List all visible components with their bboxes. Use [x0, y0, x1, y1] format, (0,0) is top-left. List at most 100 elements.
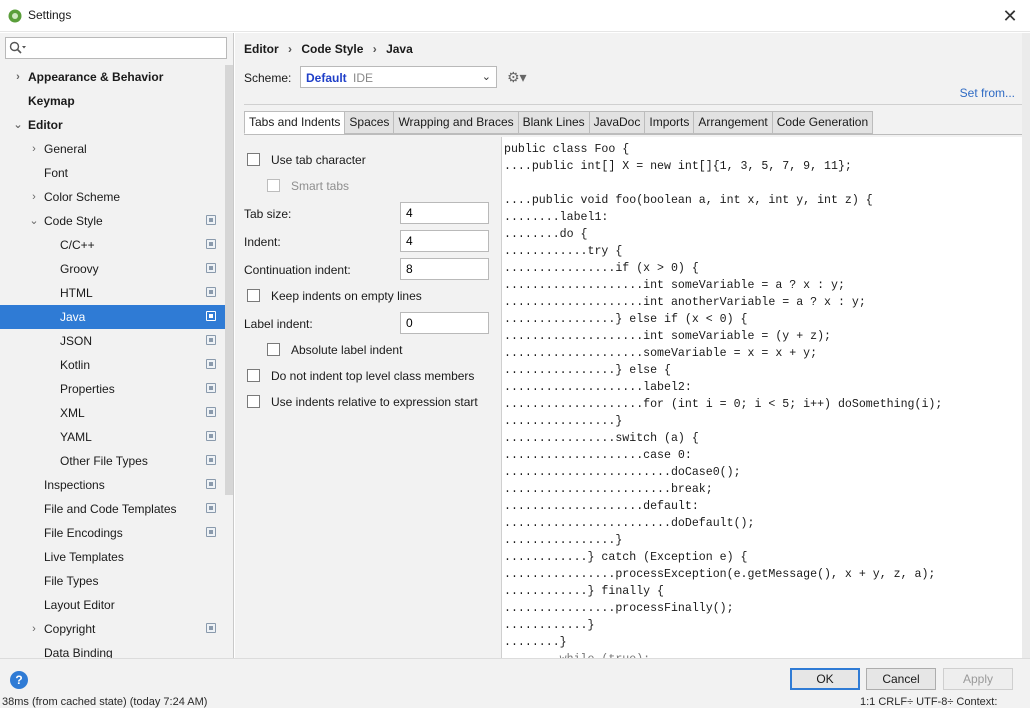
chevron-down-icon[interactable]: ⌄ [12, 113, 24, 137]
content-scrollbar[interactable] [1022, 33, 1030, 658]
sidebar-item-code-style[interactable]: ⌄ Code Style [0, 209, 233, 233]
tab-size-input[interactable] [400, 202, 489, 224]
tab-wrapping-and-braces[interactable]: Wrapping and Braces [393, 111, 518, 134]
search-input[interactable] [5, 37, 227, 59]
sidebar-item-label: Copyright [44, 622, 96, 636]
sidebar-item-keymap[interactable]: Keymap [0, 89, 233, 113]
smart-tabs-checkbox [267, 179, 280, 192]
project-scope-icon [206, 359, 216, 369]
code-line: public class Foo { [504, 143, 630, 156]
sidebar-item-label: Other File Types [60, 454, 148, 468]
sidebar-item-label: HTML [60, 286, 93, 300]
breadcrumb-code-style: Code Style [301, 42, 364, 56]
sidebar-item-yaml[interactable]: YAML [0, 425, 233, 449]
tab-spaces[interactable]: Spaces [344, 111, 394, 134]
indent-options-form: Use tab character Smart tabs Tab size: I… [244, 143, 499, 663]
code-line: ........................doDefault(); [504, 517, 755, 530]
sidebar-item-html[interactable]: HTML [0, 281, 233, 305]
sidebar-item-appearance-behavior[interactable]: › Appearance & Behavior [0, 65, 233, 89]
indent-input[interactable] [400, 230, 489, 252]
sidebar-item-label: Java [60, 310, 86, 324]
absolute-label-indent-checkbox[interactable] [267, 343, 280, 356]
project-scope-icon [206, 239, 216, 249]
chevron-down-icon[interactable]: ⌄ [28, 209, 40, 233]
code-line: ....................int someVariable = (… [504, 330, 831, 343]
dialog-footer: ? OK Cancel Apply [0, 658, 1030, 696]
no-indent-top-level-checkbox[interactable] [247, 369, 260, 382]
keep-indents-label: Keep indents on empty lines [271, 289, 422, 303]
scheme-dropdown[interactable]: Default IDE ⌄ [300, 66, 497, 88]
sidebar-item-label: Layout Editor [44, 598, 115, 612]
gear-icon[interactable]: ⚙▾ [507, 69, 527, 86]
chevron-right-icon[interactable]: › [28, 617, 40, 641]
sidebar-item-file-types[interactable]: File Types [0, 569, 233, 593]
breadcrumb-editor: Editor [244, 42, 279, 56]
tab-bar: Tabs and Indents Spaces Wrapping and Bra… [244, 111, 874, 134]
project-scope-icon [206, 287, 216, 297]
sidebar-item-kotlin[interactable]: Kotlin [0, 353, 233, 377]
sidebar-item-data-binding[interactable]: Data Binding [0, 641, 233, 658]
settings-content: Editor › Code Style › Java Scheme: Defau… [235, 33, 1030, 659]
tab-imports[interactable]: Imports [644, 111, 694, 134]
relative-indents-label: Use indents relative to expression start [271, 395, 478, 409]
chevron-right-icon[interactable]: › [28, 185, 40, 209]
android-studio-icon [8, 9, 22, 23]
sidebar-item-java[interactable]: Java [0, 305, 233, 329]
relative-indents-checkbox[interactable] [247, 395, 260, 408]
tab-javadoc[interactable]: JavaDoc [588, 111, 645, 134]
sidebar-item-color-scheme[interactable]: › Color Scheme [0, 185, 233, 209]
continuation-indent-input[interactable] [400, 258, 489, 280]
sidebar-item-inspections[interactable]: Inspections [0, 473, 233, 497]
help-button[interactable]: ? [10, 671, 28, 689]
sidebar-item-properties[interactable]: Properties [0, 377, 233, 401]
project-scope-icon [206, 383, 216, 393]
sidebar-item-file-and-code-templates[interactable]: File and Code Templates [0, 497, 233, 521]
sidebar-item-label: Kotlin [60, 358, 91, 372]
status-message: 38ms (from cached state) (today 7:24 AM) [2, 696, 208, 708]
sidebar-item-file-encodings[interactable]: File Encodings [0, 521, 233, 545]
tab-tabs-and-indents[interactable]: Tabs and Indents [244, 111, 345, 134]
sidebar-item-layout-editor[interactable]: Layout Editor [0, 593, 233, 617]
code-preview[interactable]: public class Foo {....public int[] X = n… [501, 137, 1025, 659]
close-icon[interactable]: ✕ [998, 4, 1022, 28]
sidebar-item-other-file-types[interactable]: Other File Types [0, 449, 233, 473]
ok-button[interactable]: OK [790, 668, 860, 690]
status-bar: 38ms (from cached state) (today 7:24 AM)… [0, 696, 1030, 708]
tab-code-generation[interactable]: Code Generation [771, 111, 874, 134]
sidebar-item-editor[interactable]: ⌄ Editor [0, 113, 233, 137]
label-indent-input[interactable] [400, 312, 489, 334]
sidebar-item-label: Font [44, 166, 69, 180]
use-tab-character-label: Use tab character [271, 153, 366, 167]
cancel-button[interactable]: Cancel [866, 668, 936, 690]
project-scope-icon [206, 479, 216, 489]
project-scope-icon [206, 455, 216, 465]
sidebar-item-label: XML [60, 406, 85, 420]
sidebar-scrollbar[interactable] [225, 65, 233, 495]
sidebar-item-json[interactable]: JSON [0, 329, 233, 353]
sidebar-item-c-c[interactable]: C/C++ [0, 233, 233, 257]
sidebar-item-label: File and Code Templates [44, 502, 177, 516]
tab-blank-lines[interactable]: Blank Lines [517, 111, 589, 134]
chevron-right-icon[interactable]: › [28, 137, 40, 161]
sidebar-item-label: Editor [28, 118, 63, 132]
chevron-right-icon[interactable]: › [12, 65, 24, 89]
sidebar-item-copyright[interactable]: › Copyright [0, 617, 233, 641]
sidebar-item-font[interactable]: Font [0, 161, 233, 185]
code-line: ................} else if (x < 0) { [504, 313, 748, 326]
sidebar-item-live-templates[interactable]: Live Templates [0, 545, 233, 569]
project-scope-icon [206, 335, 216, 345]
no-indent-top-level-label: Do not indent top level class members [271, 369, 475, 383]
search-icon [9, 41, 26, 54]
sidebar-item-general[interactable]: › General [0, 137, 233, 161]
keep-indents-checkbox[interactable] [247, 289, 260, 302]
sidebar-item-groovy[interactable]: Groovy [0, 257, 233, 281]
project-scope-icon [206, 431, 216, 441]
code-line: ....................case 0: [504, 449, 692, 462]
scheme-kind: IDE [353, 71, 374, 85]
set-from-link[interactable]: Set from... [960, 86, 1015, 100]
sidebar-item-xml[interactable]: XML [0, 401, 233, 425]
use-tab-character-checkbox[interactable] [247, 153, 260, 166]
project-scope-icon [206, 311, 216, 321]
code-line: ........................break; [504, 483, 713, 496]
tab-arrangement[interactable]: Arrangement [693, 111, 772, 134]
